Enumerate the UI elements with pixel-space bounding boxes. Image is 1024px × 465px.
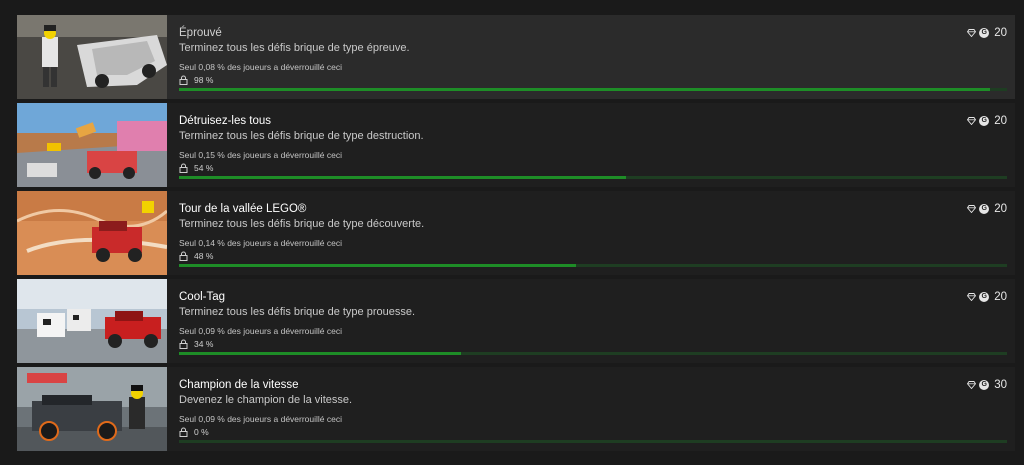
achievement-thumbnail bbox=[17, 367, 167, 451]
progress-percent: 54 % bbox=[194, 163, 214, 173]
achievement-score: G 20 bbox=[967, 291, 1007, 303]
progress-bar bbox=[179, 264, 1007, 267]
progress-percent: 98 % bbox=[194, 75, 214, 85]
achievement-thumbnail bbox=[17, 15, 167, 99]
achievement-rarity: Seul 0,09 % des joueurs a déverrouillé c… bbox=[179, 326, 343, 336]
lock-icon bbox=[179, 163, 188, 173]
progress-percent: 0 % bbox=[194, 427, 209, 437]
diamond-icon bbox=[967, 205, 977, 213]
achievement-thumbnail bbox=[17, 191, 167, 275]
achievement-thumbnail bbox=[17, 279, 167, 363]
progress-percent: 34 % bbox=[194, 339, 214, 349]
progress-bar-fill bbox=[179, 352, 461, 355]
achievement-rarity: Seul 0,14 % des joueurs a déverrouillé c… bbox=[179, 238, 343, 248]
achievement-progress-line: 98 % bbox=[179, 74, 213, 86]
diamond-icon bbox=[967, 381, 977, 389]
progress-bar bbox=[179, 352, 1007, 355]
achievement-progress-line: 34 % bbox=[179, 338, 213, 350]
achievement-rarity: Seul 0,09 % des joueurs a déverrouillé c… bbox=[179, 414, 343, 424]
gamerscore-icon: G bbox=[979, 292, 990, 302]
diamond-icon bbox=[967, 117, 977, 125]
gamerscore-icon: G bbox=[979, 28, 990, 38]
lego-race-car-image bbox=[17, 15, 167, 99]
lock-icon bbox=[179, 427, 188, 437]
achievement-row[interactable]: Cool-Tag Terminez tous les défis brique … bbox=[17, 279, 1015, 363]
score-value: 20 bbox=[994, 115, 1007, 127]
achievement-progress-line: 0 % bbox=[179, 426, 209, 438]
achievement-title: Cool-Tag bbox=[179, 291, 226, 303]
lock-icon bbox=[179, 339, 188, 349]
lego-valley-image bbox=[17, 191, 167, 275]
achievement-rarity: Seul 0,15 % des joueurs a déverrouillé c… bbox=[179, 150, 343, 160]
achievement-row[interactable]: Tour de la vallée LEGO® Terminez tous le… bbox=[17, 191, 1015, 275]
progress-bar bbox=[179, 176, 1007, 179]
progress-bar bbox=[179, 440, 1007, 443]
lego-destruction-image bbox=[17, 103, 167, 187]
lego-champion-image bbox=[17, 367, 167, 451]
lock-icon bbox=[179, 75, 188, 85]
achievement-score: G 20 bbox=[967, 27, 1007, 39]
achievement-score: G 30 bbox=[967, 379, 1007, 391]
achievement-row[interactable]: Éprouvé Terminez tous les défis brique d… bbox=[17, 15, 1015, 99]
gamerscore-icon: G bbox=[979, 380, 990, 390]
achievement-description: Terminez tous les défis brique de type p… bbox=[179, 306, 416, 318]
achievement-title: Champion de la vitesse bbox=[179, 379, 299, 391]
diamond-icon bbox=[967, 293, 977, 301]
achievement-score: G 20 bbox=[967, 115, 1007, 127]
progress-bar bbox=[179, 88, 1007, 91]
score-value: 20 bbox=[994, 291, 1007, 303]
achievement-thumbnail bbox=[17, 103, 167, 187]
achievement-title: Détruisez-les tous bbox=[179, 115, 272, 127]
progress-percent: 48 % bbox=[194, 251, 214, 261]
diamond-icon bbox=[967, 29, 977, 37]
progress-bar-fill bbox=[179, 264, 577, 267]
achievement-row[interactable]: Détruisez-les tous Terminez tous les déf… bbox=[17, 103, 1015, 187]
achievement-description: Terminez tous les défis brique de type é… bbox=[179, 42, 410, 54]
achievement-description: Terminez tous les défis brique de type d… bbox=[179, 130, 424, 142]
achievement-title: Tour de la vallée LEGO® bbox=[179, 203, 307, 215]
score-value: 30 bbox=[994, 379, 1007, 391]
score-value: 20 bbox=[994, 27, 1007, 39]
lock-icon bbox=[179, 251, 188, 261]
progress-bar-fill bbox=[179, 176, 627, 179]
achievement-rarity: Seul 0,08 % des joueurs a déverrouillé c… bbox=[179, 62, 343, 72]
achievement-description: Devenez le champion de la vitesse. bbox=[179, 394, 353, 406]
achievement-progress-line: 48 % bbox=[179, 250, 213, 262]
achievement-title: Éprouvé bbox=[179, 27, 222, 39]
lego-cows-image bbox=[17, 279, 167, 363]
achievement-progress-line: 54 % bbox=[179, 162, 213, 174]
gamerscore-icon: G bbox=[979, 116, 990, 126]
score-value: 20 bbox=[994, 203, 1007, 215]
achievement-description: Terminez tous les défis brique de type d… bbox=[179, 218, 425, 230]
gamerscore-icon: G bbox=[979, 204, 990, 214]
achievement-row[interactable]: Champion de la vitesse Devenez le champi… bbox=[17, 367, 1015, 451]
progress-bar-fill bbox=[179, 88, 991, 91]
achievement-list: Éprouvé Terminez tous les défis brique d… bbox=[17, 15, 1015, 455]
achievement-score: G 20 bbox=[967, 203, 1007, 215]
